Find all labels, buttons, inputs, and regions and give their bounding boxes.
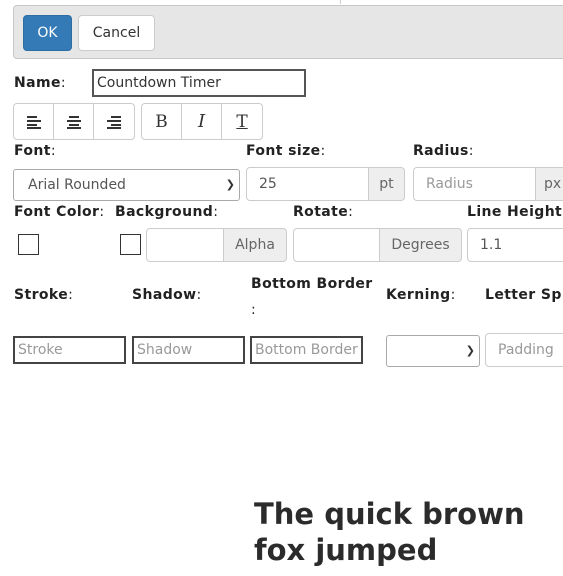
kerning-label: Kerning:	[386, 287, 456, 303]
font-label: Font:	[14, 143, 56, 159]
background-label: Background:	[115, 204, 219, 220]
dialog-toolbar: OK Cancel	[13, 5, 563, 59]
alignment-button-group	[13, 103, 135, 140]
align-center-button[interactable]	[54, 104, 94, 139]
shadow-label: Shadow:	[132, 287, 202, 303]
align-center-icon	[66, 115, 81, 129]
align-right-icon	[107, 115, 121, 129]
bottom-border-label: Bottom Border	[251, 276, 373, 292]
align-left-button[interactable]	[14, 104, 54, 139]
align-right-button[interactable]	[94, 104, 134, 139]
clear-format-icon: T	[236, 111, 248, 132]
font-color-label: Font Color:	[14, 204, 105, 220]
name-input[interactable]: Countdown Timer	[92, 69, 306, 97]
ok-button[interactable]: OK	[23, 15, 72, 51]
rotate-input[interactable]	[293, 228, 380, 262]
bold-icon: B	[155, 111, 168, 132]
line-height-input[interactable]: 1.1	[467, 228, 563, 262]
clear-format-button[interactable]: T	[222, 104, 262, 139]
chevron-down-icon: ❯	[225, 178, 235, 191]
font-size-unit: pt	[368, 167, 405, 201]
preview-line-2: fox jumped	[254, 533, 438, 567]
text-style-button-group: B I T	[141, 103, 263, 140]
italic-button[interactable]: I	[182, 104, 222, 139]
font-size-input[interactable]: 25	[246, 167, 369, 201]
shadow-input[interactable]: Shadow	[132, 336, 245, 364]
bold-button[interactable]: B	[142, 104, 182, 139]
letter-spacing-label: Letter Sp	[485, 287, 562, 303]
top-divider	[340, 0, 341, 4]
font-size-label: Font size:	[246, 143, 326, 159]
radius-label: Radius:	[413, 143, 474, 159]
text-preview: The quick brown fox jumped	[254, 496, 554, 568]
name-label: Name:	[14, 75, 66, 91]
radius-input[interactable]: Radius	[413, 167, 536, 201]
font-select[interactable]: Arial Rounded ❯	[13, 169, 240, 201]
stroke-input[interactable]: Stroke	[13, 336, 126, 364]
alpha-addon: Alpha	[223, 228, 287, 262]
bottom-border-input[interactable]: Bottom Border	[250, 336, 363, 364]
font-color-swatch[interactable]	[18, 234, 39, 255]
line-height-label: Line Height	[467, 204, 563, 220]
rotate-label: Rotate:	[293, 204, 354, 220]
letter-spacing-input[interactable]: Padding	[485, 333, 563, 367]
background-color-swatch[interactable]	[120, 234, 141, 255]
radius-unit: px	[535, 167, 563, 201]
italic-icon: I	[197, 111, 206, 132]
background-alpha-input[interactable]	[146, 228, 224, 262]
degrees-addon: Degrees	[379, 228, 462, 262]
align-left-icon	[26, 115, 41, 129]
chevron-down-icon: ❯	[465, 344, 475, 357]
kerning-select[interactable]: ❯	[386, 335, 480, 367]
cancel-button[interactable]: Cancel	[78, 15, 155, 51]
bottom-border-colon: :	[251, 302, 257, 318]
preview-line-1: The quick brown	[254, 497, 525, 531]
stroke-label: Stroke:	[14, 287, 74, 303]
